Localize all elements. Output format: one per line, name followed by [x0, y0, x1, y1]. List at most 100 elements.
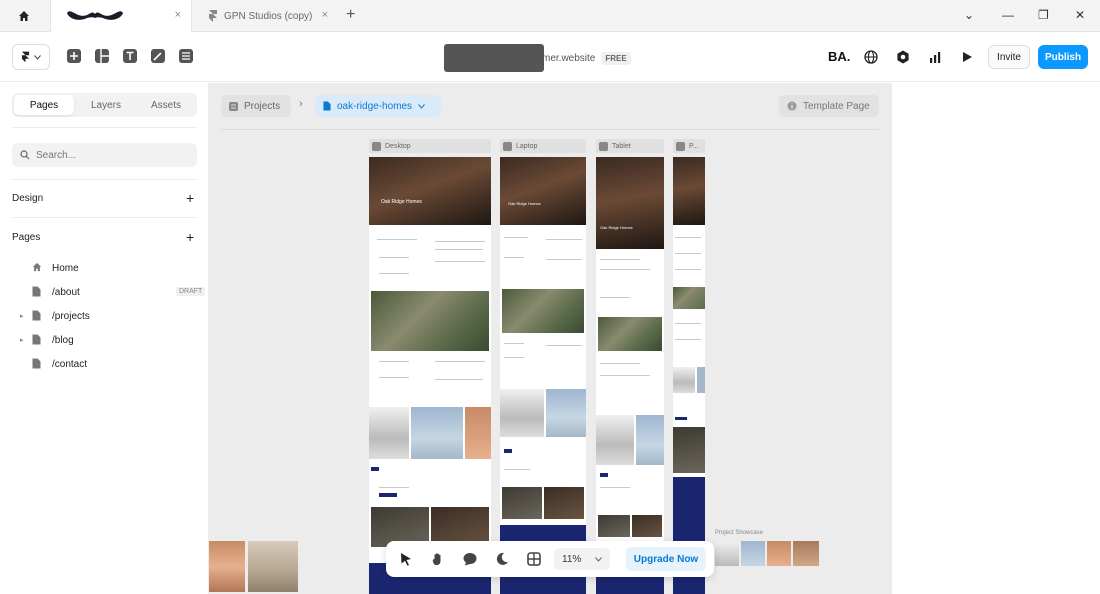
text-line [675, 237, 701, 238]
aerial-image [371, 291, 489, 351]
draft-badge: DRAFT [176, 287, 206, 296]
frame-desktop[interactable]: Oak Ridge Homes [369, 157, 491, 594]
text-line [379, 487, 409, 488]
globe-button[interactable] [858, 45, 884, 69]
minimize-icon[interactable]: — [1002, 8, 1014, 22]
home-button[interactable] [8, 6, 40, 26]
text-line [675, 323, 701, 324]
settings-button[interactable] [890, 45, 916, 69]
breakpoint-laptop[interactable]: Laptop [500, 139, 586, 153]
mustache-logo [67, 11, 123, 20]
design-heading: Design [12, 193, 44, 204]
arch-image [465, 407, 491, 459]
tab-close-icon[interactable]: × [322, 9, 328, 21]
close-window-icon[interactable]: ✕ [1075, 8, 1085, 22]
breadcrumb-current-page[interactable]: oak-ridge-homes [315, 95, 441, 117]
text-line [675, 253, 701, 254]
hero-image [596, 157, 664, 249]
hero-image [500, 157, 586, 225]
frame-laptop[interactable]: Oak Ridge Homes [500, 157, 586, 594]
breakpoint-tablet[interactable]: Tablet [596, 139, 664, 153]
play-icon [676, 141, 685, 151]
architecture-image [500, 389, 544, 437]
text-line [600, 487, 630, 488]
breadcrumb-projects[interactable]: Projects [221, 95, 291, 117]
preview-button[interactable] [954, 45, 980, 69]
page-item-contact[interactable]: /contact [20, 354, 195, 374]
search-icon [20, 150, 30, 160]
publish-button[interactable]: Publish [1038, 45, 1088, 69]
offscreen-thumbnail [209, 541, 245, 592]
search-input[interactable] [36, 149, 186, 161]
text-line [435, 249, 483, 250]
aerial-image [502, 289, 584, 333]
text-icon[interactable] [122, 48, 138, 64]
breakpoint-label: P... [689, 142, 699, 150]
breakpoint-label: Tablet [612, 142, 631, 150]
project-showcase-label: Project Showcase [715, 530, 764, 536]
project-card-image [598, 515, 630, 537]
text-line [379, 257, 409, 258]
hero-title: Oak Ridge Homes [508, 201, 541, 206]
restore-icon[interactable]: ❐ [1038, 8, 1049, 22]
play-icon [599, 141, 608, 151]
template-page-button[interactable]: Template Page [779, 95, 879, 117]
layout-icon[interactable] [94, 48, 110, 64]
architecture-image [673, 367, 695, 393]
bar-chart-icon [930, 52, 941, 63]
frame-tablet[interactable]: Oak Ridge Homes [596, 157, 664, 594]
globe-icon [864, 50, 878, 64]
text-line [600, 259, 640, 260]
tab-layers[interactable]: Layers [76, 95, 136, 115]
frame-phone[interactable] [673, 157, 705, 594]
template-page-label: Template Page [803, 100, 870, 112]
cms-icon[interactable] [178, 48, 194, 64]
grid-icon[interactable] [526, 551, 542, 567]
site-domain[interactable]: mer.website FREE [444, 44, 631, 72]
expand-caret-icon[interactable]: ▸ [20, 336, 24, 344]
search-box[interactable] [12, 143, 197, 167]
text-line [504, 357, 524, 358]
page-item-about[interactable]: /about DRAFT [20, 282, 206, 302]
logo-mark [371, 467, 379, 471]
upgrade-now-button[interactable]: Upgrade Now [626, 547, 706, 571]
page-label: /blog [52, 334, 74, 346]
dark-mode-icon[interactable] [494, 551, 510, 567]
page-item-projects[interactable]: ▸ /projects [20, 306, 195, 326]
invite-button[interactable]: Invite [988, 45, 1030, 69]
text-line [600, 297, 630, 298]
comment-icon[interactable] [462, 551, 478, 567]
plan-badge: FREE [601, 51, 631, 65]
breakpoint-desktop[interactable]: Desktop [369, 139, 491, 153]
breakpoint-phone[interactable]: P... [673, 139, 705, 153]
avatar[interactable]: BA. [828, 49, 850, 64]
hand-icon[interactable] [430, 551, 446, 567]
add-page-button[interactable]: + [186, 229, 194, 245]
cursor-icon[interactable] [398, 551, 414, 567]
add-design-button[interactable]: + [186, 190, 194, 206]
right-panel [892, 83, 1100, 594]
tab-gpn-studios[interactable]: GPN Studios (copy) × [196, 0, 338, 32]
expand-caret-icon[interactable]: ▸ [20, 312, 24, 320]
tab-close-icon[interactable]: × [175, 9, 181, 21]
page-item-blog[interactable]: ▸ /blog [20, 330, 195, 350]
tab-pages[interactable]: Pages [14, 95, 74, 115]
chevron-down-icon[interactable]: ⌄ [964, 8, 974, 22]
new-tab-icon[interactable]: + [346, 6, 355, 24]
text-line [435, 241, 485, 242]
zoom-select[interactable]: 11% [554, 548, 610, 570]
divider [12, 179, 197, 180]
aerial-image [598, 317, 662, 351]
insert-icon[interactable] [66, 48, 82, 64]
zoom-value: 11% [562, 553, 582, 565]
home-icon [32, 262, 42, 272]
analytics-button[interactable] [922, 45, 948, 69]
project-card-image [673, 427, 705, 473]
tab-assets[interactable]: Assets [136, 95, 196, 115]
canvas[interactable]: Projects › oak-ridge-homes Template Page… [209, 83, 892, 594]
page-item-home[interactable]: Home [20, 258, 195, 278]
framer-menu-button[interactable] [12, 44, 50, 70]
info-icon [787, 101, 797, 111]
tab-active-project[interactable]: × [50, 0, 192, 32]
vector-pen-icon[interactable] [150, 48, 166, 64]
